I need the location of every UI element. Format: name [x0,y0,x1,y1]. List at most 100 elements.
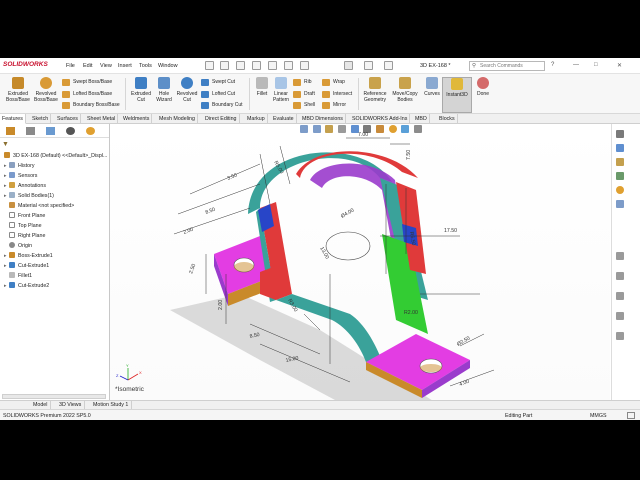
tree-root-part[interactable]: 3D EX-168 (Default) <<Default>_Displ... [4,152,107,161]
appearances-icon[interactable] [616,186,624,194]
menu-window[interactable]: Window [158,63,178,69]
file-explorer-icon[interactable] [616,158,624,166]
menu-tools[interactable]: Tools [139,63,152,69]
reference-geometry-button[interactable]: Reference Geometry [360,77,390,113]
menu-file[interactable]: File [66,63,75,69]
design-library-icon[interactable] [616,144,624,152]
task-pane-tool-icon[interactable] [616,272,624,280]
task-pane-tool-icon[interactable] [616,292,624,300]
rebuild-icon[interactable] [364,61,373,70]
minimize-icon[interactable]: — [573,62,579,68]
dimension-label: 2.00 [183,227,195,236]
unit-system-selector[interactable]: MMGS [590,413,606,419]
tree-item-cut-extrude2[interactable]: ▸ Cut-Extrude2 [4,282,49,291]
shell-icon [293,102,301,109]
solidworks-resources-icon[interactable] [616,130,624,138]
home-icon[interactable] [205,61,214,70]
graphics-area[interactable]: 3.50 R5.00 7.00 7.50 Ø4.00 R6.50 17.50 1… [110,124,610,400]
tab-surfaces[interactable]: Surfaces [55,114,81,124]
curves-icon [426,77,438,89]
tree-item-sensors[interactable]: ▸ Sensors [4,172,37,181]
shell-button[interactable]: Shell [293,101,315,110]
menu-insert[interactable]: Insert [118,63,132,69]
tab-mbd-dimensions[interactable]: MBD Dimensions [300,114,346,124]
revolved-cut-button[interactable]: Revolved Cut [172,77,202,113]
undo-icon[interactable] [284,61,293,70]
tree-item-solid-bodies[interactable]: ▸ Solid Bodies(1) [4,192,54,201]
tree-item-boss-extrude1[interactable]: ▸ Boss-Extrude1 [4,252,53,261]
rib-button[interactable]: Rib [293,78,312,87]
wrap-button[interactable]: Wrap [322,78,345,87]
tab-features[interactable]: Features [0,114,26,124]
tree-item-fillet1[interactable]: Fillet1 [4,272,32,281]
search-commands-input[interactable]: ⚲ Search Commands [469,61,545,71]
shell-label: Shell [304,102,316,108]
property-manager-tab-icon[interactable] [26,127,35,135]
horizontal-scrollbar[interactable] [2,394,106,399]
draft-button[interactable]: Draft [293,90,315,99]
custom-properties-icon[interactable] [616,200,624,208]
intersect-button[interactable]: Intersect [322,90,352,99]
app-logo: SOLIDWORKS [3,61,48,68]
menu-edit[interactable]: Edit [83,63,92,69]
tree-item-material[interactable]: Material <not specified> [4,202,74,211]
revolved-boss-button[interactable]: Revolved Boss/Base [31,77,61,113]
tree-item-front-plane[interactable]: Front Plane [4,212,45,221]
new-document-icon[interactable] [220,61,229,70]
tree-item-origin[interactable]: Origin [4,242,32,251]
task-pane-tool-icon[interactable] [616,332,624,340]
tab-markup[interactable]: Markup [245,114,268,124]
tree-item-top-plane[interactable]: Top Plane [4,222,42,231]
dimension-label: 2.50 [188,263,197,275]
select-icon[interactable] [344,61,353,70]
boundary-boss-button[interactable]: Boundary Boss/Base [62,101,120,110]
maximize-icon[interactable]: □ [594,62,598,68]
tree-item-right-plane[interactable]: Right Plane [4,232,45,241]
view-palette-icon[interactable] [616,172,624,180]
dimxpert-tab-icon[interactable] [66,127,75,135]
tree-item-cut-extrude1[interactable]: ▸ Cut-Extrude1 [4,262,49,271]
lofted-cut-button[interactable]: Lofted Cut [201,90,235,99]
display-manager-tab-icon[interactable] [86,127,95,135]
command-manager-tabs: Features Sketch Surfaces Sheet Metal Wel… [0,114,640,124]
extruded-cut-icon [135,77,147,89]
tab-evaluate[interactable]: Evaluate [271,114,297,124]
redo-icon[interactable] [300,61,309,70]
task-pane-tool-icon[interactable] [616,312,624,320]
customize-status-icon[interactable] [627,412,635,419]
search-placeholder: Search Commands [480,63,523,69]
options-gear-icon[interactable] [384,61,393,70]
lofted-boss-button[interactable]: Lofted Boss/Base [62,90,112,99]
done-button[interactable]: Done [468,77,498,113]
open-folder-icon[interactable] [236,61,245,70]
move-copy-bodies-button[interactable]: Move/Copy Bodies [390,77,420,113]
configuration-manager-tab-icon[interactable] [46,127,55,135]
tab-direct-editing[interactable]: Direct Editing [203,114,240,124]
filter-icon[interactable]: ▼ [2,141,9,148]
feature-tree-tab-icon[interactable] [6,127,15,135]
task-pane-tool-icon[interactable] [616,252,624,260]
tab-mbd[interactable]: MBD [413,114,430,124]
tree-item-history[interactable]: ▸ History [4,162,34,171]
close-icon[interactable]: ✕ [617,62,622,69]
tab-mesh-modeling[interactable]: Mesh Modeling [157,114,198,124]
swept-cut-button[interactable]: Swept Cut [201,78,235,87]
tab-blocks[interactable]: Blocks [437,114,458,124]
tab-sheet-metal[interactable]: Sheet Metal [85,114,119,124]
tab-solidworks-add-ins[interactable]: SOLIDWORKS Add-Ins [350,114,411,124]
swept-boss-button[interactable]: Swept Boss/Base [62,78,112,87]
save-icon[interactable] [252,61,261,70]
linear-pattern-button[interactable]: Linear Pattern [266,77,296,113]
tree-item-annotations[interactable]: ▸ Annotations [4,182,46,191]
boundary-cut-button[interactable]: Boundary Cut [201,101,243,110]
dimension-label: Ø4.00 [340,207,355,219]
menu-view[interactable]: View [100,63,112,69]
swept-boss-label: Swept Boss/Base [73,79,113,85]
mirror-button[interactable]: Mirror [322,101,346,110]
tab-sketch[interactable]: Sketch [30,114,52,124]
help-icon[interactable]: ? [551,62,554,68]
tab-weldments[interactable]: Weldments [121,114,153,124]
extruded-boss-button[interactable]: Extruded Boss/Base [3,77,33,113]
print-icon[interactable] [268,61,277,70]
coordinate-triad[interactable]: X Y Z [116,363,142,381]
